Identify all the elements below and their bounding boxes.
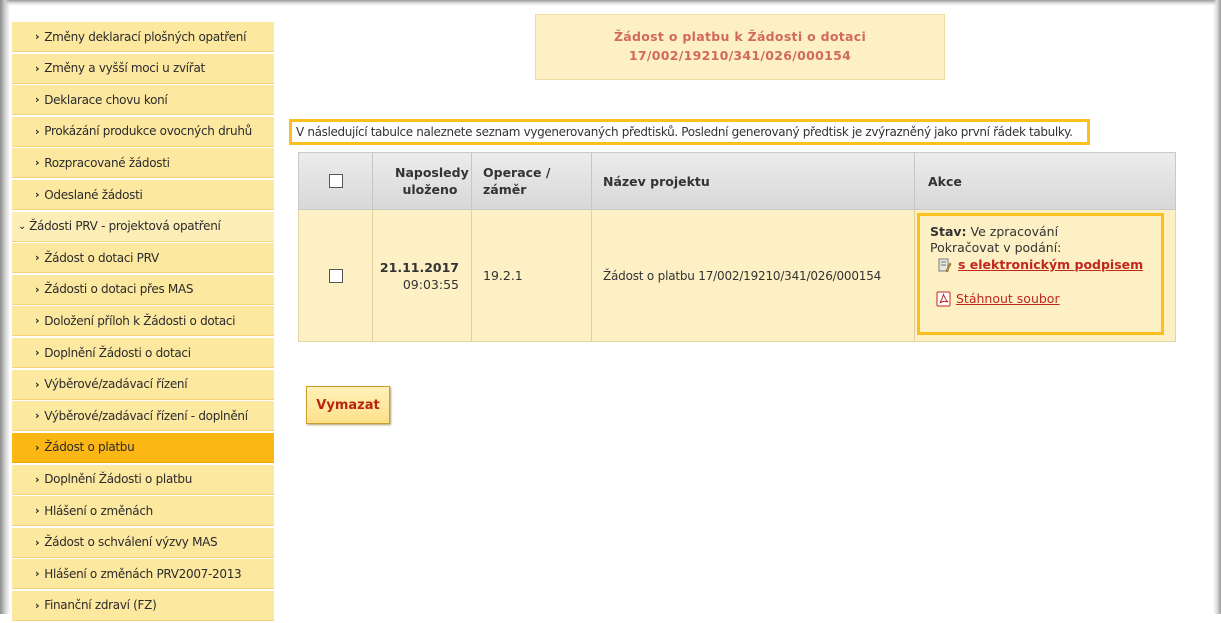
column-header-actions: Akce (928, 173, 962, 189)
sidebar-item[interactable]: › Odeslané žádosti (12, 180, 274, 211)
sidebar-item[interactable]: › Hlášení o změnách PRV2007-2013 (12, 559, 274, 590)
page-title: Žádost o platbu k Žádosti o dotaci 17/00… (535, 14, 945, 80)
download-file-link[interactable]: Stáhnout soubor (956, 291, 1060, 307)
sidebar-item[interactable]: › Žádost o dotaci PRV (12, 243, 274, 274)
sidebar-item[interactable]: › Výběrové/zadávací řízení - doplnění (12, 401, 274, 432)
sidebar-item-label: Rozpracované žádosti (44, 155, 170, 170)
sidebar-item[interactable]: › Žádost o schválení výzvy MAS (12, 527, 274, 558)
chevron-right-icon: › (35, 346, 40, 360)
sidebar-group-prv[interactable]: ⌄ Žádosti PRV - projektová opatření (12, 211, 274, 242)
predtisk-table: Naposledy uloženo Operace / záměr Název … (298, 152, 1176, 342)
column-header-operation[interactable]: Operace / záměr (472, 153, 590, 209)
sidebar-item-label: Změny a vyšší moci u zvířat (44, 61, 205, 76)
sidebar-item[interactable]: › Doplnění Žádosti o dotaci (12, 338, 274, 369)
chevron-right-icon: › (35, 282, 40, 296)
chevron-right-icon: › (35, 251, 40, 265)
operation-cell: 19.2.1 (483, 268, 523, 283)
saved-time: 09:03:55 (402, 276, 459, 292)
pdf-icon (936, 291, 951, 307)
sidebar-item[interactable]: › Deklarace chovu koní (12, 85, 274, 116)
chevron-right-icon: › (35, 598, 40, 612)
sidebar-item[interactable]: › Finanční zdraví (FZ) (12, 590, 274, 621)
sidebar-item[interactable]: › Změny deklarací plošných opatření (12, 22, 274, 52)
sidebar-item-label: Žádosti o dotaci přes MAS (44, 282, 194, 297)
chevron-down-icon: ⌄ (18, 220, 27, 232)
row-checkbox-cell (299, 210, 373, 341)
electronic-signature-icon (938, 258, 952, 273)
sidebar-item[interactable]: › Doložení příloh k Žádosti o dotaci (12, 306, 274, 337)
continue-label: Pokračovat v podání: (930, 240, 1062, 255)
chevron-right-icon: › (35, 377, 40, 391)
sidebar-item-label: Výběrové/zadávací řízení - doplnění (44, 408, 248, 423)
sidebar-item[interactable]: › Žádosti o dotaci přes MAS (12, 274, 274, 305)
status-label: Stav: (930, 224, 967, 239)
table-header: Naposledy uloženo Operace / záměr Název … (298, 152, 1176, 210)
saved-cell: 21.11.2017 09:03:55 (373, 210, 471, 341)
sidebar-item-label: Finanční zdraví (FZ) (44, 598, 157, 613)
sidebar-item-label: Doplnění Žádosti o dotaci (44, 345, 191, 360)
sign-link-row: s elektronickým podpisem (930, 257, 1151, 273)
sidebar-item-label: Doložení příloh k Žádosti o dotaci (44, 313, 236, 328)
actions-cell: Stav: Ve zpracování Pokračovat v podání:… (917, 213, 1164, 335)
page-title-line: Žádost o platbu k Žádosti o dotaci (613, 29, 867, 44)
table-row: 21.11.2017 09:03:55 19.2.1 Žádost o plat… (298, 210, 1176, 342)
sidebar-item-label: Změny deklarací plošných opatření (44, 29, 247, 44)
chevron-right-icon: › (35, 472, 40, 486)
sidebar-item-label: Žádost o schválení výzvy MAS (44, 535, 218, 550)
select-all-checkbox[interactable] (329, 174, 343, 188)
sidebar-item-label: Hlášení o změnách (44, 503, 153, 518)
chevron-right-icon: › (35, 440, 40, 454)
info-text: V následující tabulce naleznete seznam v… (289, 119, 1090, 145)
delete-button[interactable]: Vymazat (306, 386, 390, 424)
chevron-right-icon: › (35, 156, 40, 170)
sidebar-item[interactable]: › Výběrové/zadávací řízení (12, 369, 274, 400)
chevron-right-icon: › (35, 188, 40, 202)
sidebar-item-label: Žádost o platbu (44, 440, 135, 455)
sidebar-item-active[interactable]: › Žádost o platbu (12, 432, 274, 463)
frame-shadow (0, 0, 10, 614)
header-checkbox-cell (299, 153, 373, 209)
sidebar-item-label: Doplnění Žádosti o platbu (44, 472, 193, 487)
project-name-cell: Žádost o platbu 17/002/19210/341/026/000… (603, 268, 882, 283)
sidebar-item-label: Prokázání produkce ovocných druhů (44, 124, 252, 139)
sidebar-item[interactable]: › Rozpracované žádosti (12, 148, 274, 179)
frame-shadow (0, 0, 1221, 6)
saved-date: 21.11.2017 (379, 259, 459, 275)
sidebar-item-label: Žádosti PRV - projektová opatření (29, 219, 221, 234)
column-header-saved[interactable]: Naposledy uloženo (373, 153, 471, 209)
status-value: Ve zpracování (970, 224, 1059, 239)
sidebar-item[interactable]: › Změny a vyšší moci u zvířat (12, 53, 274, 84)
chevron-right-icon: › (35, 409, 40, 423)
frame-shadow (1213, 0, 1221, 614)
page-title-id: 17/002/19210/341/026/000154 (628, 48, 852, 63)
sidebar-item-label: Výběrové/zadávací řízení (44, 377, 188, 392)
column-divider (914, 210, 915, 341)
chevron-right-icon: › (35, 93, 40, 107)
chevron-right-icon: › (35, 61, 40, 75)
chevron-right-icon: › (35, 567, 40, 581)
sidebar-item[interactable]: › Doplnění Žádosti o platbu (12, 464, 274, 495)
sidebar-item[interactable]: › Prokázání produkce ovocných druhů (12, 116, 274, 147)
chevron-right-icon: › (35, 504, 40, 518)
sidebar-nav: › Změny deklarací plošných opatření › Změn… (12, 22, 274, 623)
sidebar-item-label: Hlášení o změnách PRV2007-2013 (44, 566, 242, 581)
sidebar-item-label: Deklarace chovu koní (44, 92, 168, 107)
status-line: Stav: Ve zpracování (930, 224, 1151, 240)
row-checkbox[interactable] (329, 268, 343, 283)
sidebar-item[interactable]: › Hlášení o změnách (12, 496, 274, 527)
column-header-label: Naposledy uloženo (395, 165, 469, 197)
download-link-row: Stáhnout soubor (930, 291, 1151, 307)
sign-electronically-link[interactable]: s elektronickým podpisem (958, 257, 1143, 273)
chevron-right-icon: › (35, 314, 40, 328)
sidebar-item-label: Odeslané žádosti (44, 187, 143, 202)
chevron-right-icon: › (35, 30, 40, 43)
chevron-right-icon: › (35, 124, 40, 138)
sidebar-item-label: Žádost o dotaci PRV (44, 250, 159, 265)
column-header-project[interactable]: Název projektu (592, 153, 914, 209)
chevron-right-icon: › (35, 535, 40, 549)
column-header-label: Operace / záměr (483, 165, 551, 197)
